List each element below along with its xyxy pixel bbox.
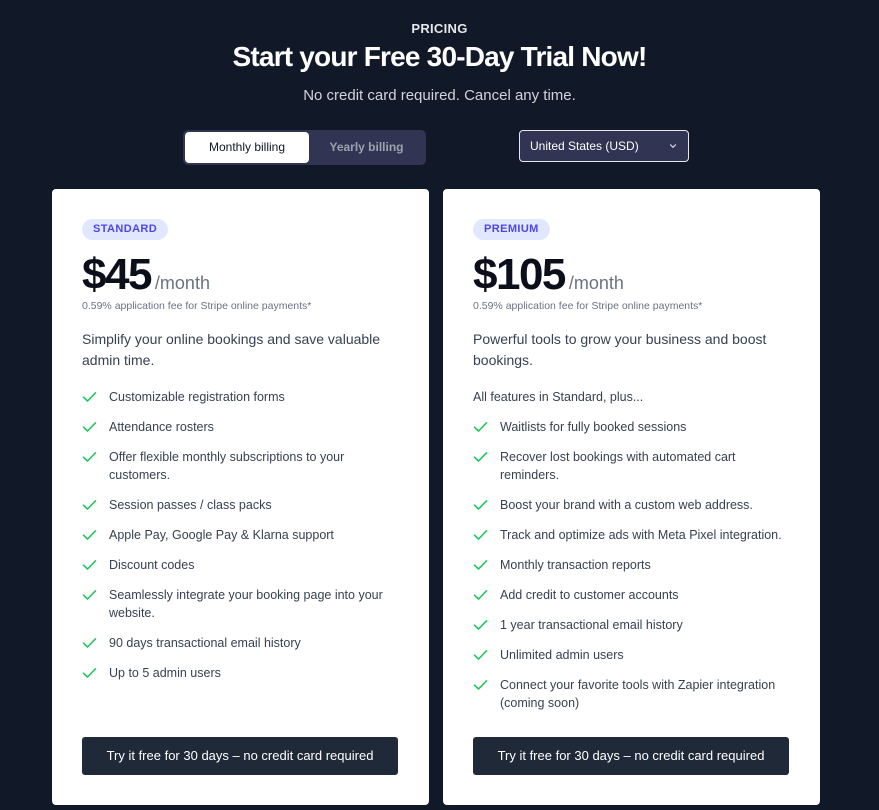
check-icon [473, 496, 489, 514]
plan-period: /month [568, 273, 624, 293]
feature-text: Discount codes [109, 558, 195, 572]
feature-item: Track and optimize ads with Meta Pixel i… [473, 526, 791, 544]
feature-list: Waitlists for fully booked sessions Recov… [473, 418, 791, 724]
plan-period: /month [154, 273, 210, 293]
feature-item: Monthly transaction reports [473, 556, 791, 574]
check-icon [82, 634, 98, 652]
feature-item: Customizable registration forms [82, 388, 400, 406]
feature-item: Unlimited admin users [473, 646, 791, 664]
check-icon [473, 586, 489, 604]
fee-note: 0.59% application fee for Stripe online … [82, 300, 312, 312]
feature-text: Offer flexible monthly subscriptions to … [109, 450, 345, 482]
price-row: $105 /month [473, 249, 624, 301]
check-icon [82, 526, 98, 544]
premium-plan-card: PREMIUM $105 /month 0.59% application fe… [443, 189, 820, 805]
feature-text: Connect your favorite tools with Zapier … [500, 678, 776, 710]
fee-note: 0.59% application fee for Stripe online … [473, 300, 703, 312]
check-icon [473, 556, 489, 574]
feature-item: Boost your brand with a custom web addre… [473, 496, 791, 514]
plan-badge: STANDARD [82, 219, 169, 240]
check-icon [82, 388, 98, 406]
feature-text: Session passes / class packs [109, 498, 272, 512]
check-icon [473, 418, 489, 436]
feature-item: Connect your favorite tools with Zapier … [473, 676, 791, 712]
price-row: $45 /month [82, 249, 210, 301]
check-icon [82, 586, 98, 604]
feature-text: Seamlessly integrate your booking page i… [109, 588, 383, 620]
plan-description: Powerful tools to grow your business and… [473, 331, 767, 368]
billing-toggle: Monthly billing Yearly billing [183, 130, 426, 165]
page-subtitle: No credit card required. Cancel any time… [303, 87, 576, 104]
feature-text: Apple Pay, Google Pay & Klarna support [109, 528, 334, 542]
check-icon [473, 448, 489, 466]
try-free-button[interactable]: Try it free for 30 days – no credit card… [82, 737, 398, 775]
feature-text: Add credit to customer accounts [500, 588, 679, 602]
feature-text: Boost your brand with a custom web addre… [500, 498, 753, 512]
plan-badge: PREMIUM [473, 219, 550, 240]
check-icon [82, 556, 98, 574]
feature-item: Offer flexible monthly subscriptions to … [82, 448, 400, 484]
currency-select[interactable]: United States (USD) [519, 130, 689, 162]
feature-item: Waitlists for fully booked sessions [473, 418, 791, 436]
try-free-button[interactable]: Try it free for 30 days – no credit card… [473, 737, 789, 775]
check-icon [473, 616, 489, 634]
plan-description: Simplify your online bookings and save v… [82, 331, 381, 368]
feature-item: Apple Pay, Google Pay & Klarna support [82, 526, 400, 544]
check-icon [82, 664, 98, 682]
feature-item: Attendance rosters [82, 418, 400, 436]
check-icon [82, 496, 98, 514]
standard-plan-card: STANDARD $45 /month 0.59% application fe… [52, 189, 429, 805]
feature-item: Add credit to customer accounts [473, 586, 791, 604]
feature-list: Customizable registration forms Attendanc… [82, 388, 400, 694]
page-title: Start your Free 30-Day Trial Now! [232, 41, 648, 72]
feature-text: 1 year transactional email history [500, 618, 683, 632]
feature-item: Session passes / class packs [82, 496, 400, 514]
feature-text: Customizable registration forms [109, 390, 285, 404]
plan-price: $105 [473, 250, 566, 299]
features-lead: All features in Standard, plus... [473, 390, 644, 404]
feature-text: Unlimited admin users [500, 648, 624, 662]
feature-text: Monthly transaction reports [500, 558, 651, 572]
feature-item: Up to 5 admin users [82, 664, 400, 682]
feature-text: Attendance rosters [109, 420, 214, 434]
monthly-billing-tab[interactable]: Monthly billing [185, 132, 309, 163]
check-icon [473, 646, 489, 664]
feature-item: Seamlessly integrate your booking page i… [82, 586, 400, 622]
feature-text: Track and optimize ads with Meta Pixel i… [500, 528, 782, 542]
check-icon [473, 526, 489, 544]
feature-item: Discount codes [82, 556, 400, 574]
feature-text: Waitlists for fully booked sessions [500, 420, 687, 434]
feature-item: Recover lost bookings with automated car… [473, 448, 791, 484]
feature-text: Up to 5 admin users [109, 666, 221, 680]
currency-select-value: United States (USD) [530, 139, 639, 153]
check-icon [473, 676, 489, 694]
feature-text: 90 days transactional email history [109, 636, 301, 650]
yearly-billing-tab[interactable]: Yearly billing [309, 132, 424, 163]
check-icon [82, 418, 98, 436]
feature-item: 90 days transactional email history [82, 634, 400, 652]
feature-text: Recover lost bookings with automated car… [500, 450, 736, 482]
check-icon [82, 448, 98, 466]
feature-item: 1 year transactional email history [473, 616, 791, 634]
plan-price: $45 [82, 250, 152, 299]
pricing-eyebrow: PRICING [411, 21, 468, 36]
chevron-down-icon [668, 141, 678, 151]
